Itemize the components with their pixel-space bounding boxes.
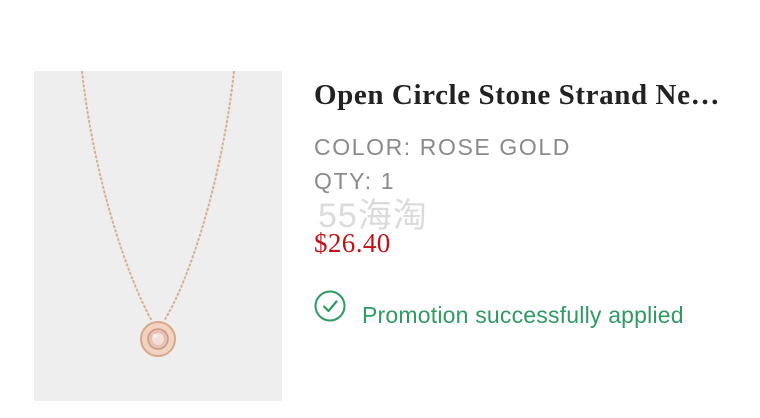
product-quantity: QTY: 1 bbox=[314, 168, 396, 194]
product-image[interactable] bbox=[34, 71, 282, 401]
product-price: $26.40 bbox=[314, 228, 391, 258]
promotion-message: Promotion successfully applied bbox=[362, 302, 684, 328]
promotion-status: Promotion successfully applied bbox=[314, 290, 684, 329]
product-title[interactable]: Open Circle Stone Strand Ne… bbox=[314, 76, 740, 114]
necklace-icon bbox=[81, 71, 235, 357]
product-details: Open Circle Stone Strand Ne… COLOR: ROSE… bbox=[314, 76, 744, 328]
check-circle-icon bbox=[314, 290, 346, 322]
product-color: COLOR: ROSE GOLD bbox=[314, 134, 571, 160]
